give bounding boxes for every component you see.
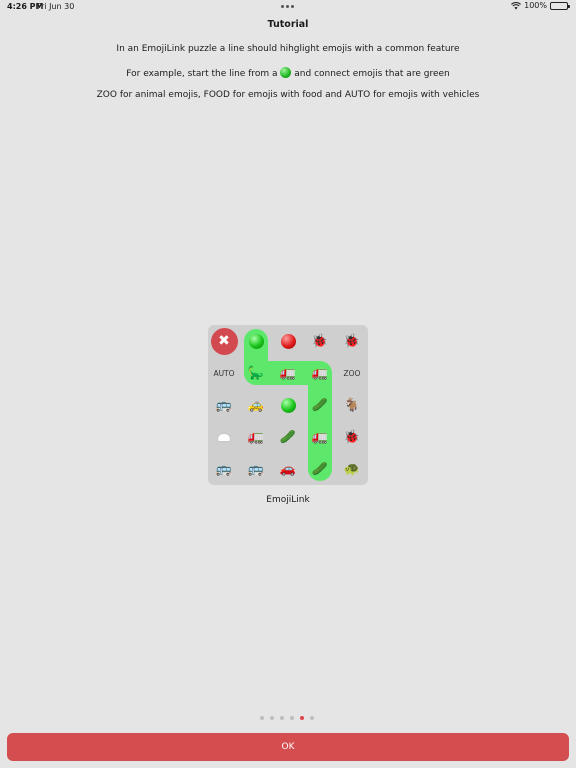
status-date: Fri Jun 30 <box>37 2 75 11</box>
page-dot-active[interactable] <box>300 716 304 720</box>
ok-button[interactable]: OK <box>7 733 569 761</box>
green-circle-icon <box>280 397 296 413</box>
emojilink-puzzle-preview: ✖ 🐞 🐞 AUTO 🦕 🚛 🚛 ZOO 🚌 🚕 🥒 🐐 🚛 🥒 🚛 🐞 🚌 🚌… <box>208 325 368 485</box>
multitasking-dots-icon[interactable] <box>281 5 294 8</box>
cell-bus: 🚌 <box>240 453 272 485</box>
cell-cucumber: 🥒 <box>304 453 336 485</box>
page-dot[interactable] <box>260 716 264 720</box>
taxi-icon: 🚕 <box>247 397 265 413</box>
cell-cucumber: 🥒 <box>304 389 336 421</box>
cell-car: 🚗 <box>272 453 304 485</box>
green-circle-icon <box>280 67 292 78</box>
cell-ladybug: 🐞 <box>336 421 368 453</box>
turtle-icon: 🐢 <box>343 461 361 477</box>
ladybug-icon: 🐞 <box>311 333 329 349</box>
cell-dinosaur: 🦕 <box>240 357 272 389</box>
cell-green-circle <box>240 325 272 357</box>
page-dot[interactable] <box>310 716 314 720</box>
cell-snow <box>208 421 240 453</box>
instruction-line-2: For example, start the line from a and c… <box>0 67 576 79</box>
cucumber-icon: 🥒 <box>311 461 329 477</box>
cell-cucumber: 🥒 <box>272 421 304 453</box>
cell-bus: 🚌 <box>208 389 240 421</box>
cell-ladybug: 🐞 <box>336 325 368 357</box>
cell-green-circle <box>272 389 304 421</box>
green-circle-icon <box>248 333 264 349</box>
cell-truck: 🚛 <box>304 421 336 453</box>
cell-auto-label: AUTO <box>208 357 240 389</box>
truck-icon: 🚛 <box>311 429 329 445</box>
battery-icon <box>550 1 570 10</box>
puzzle-caption: EmojiLink <box>266 495 310 505</box>
cell-turtle: 🐢 <box>336 453 368 485</box>
car-icon: 🚗 <box>279 461 297 477</box>
bus-icon: 🚌 <box>215 397 233 413</box>
wifi-icon <box>511 1 522 10</box>
cell-taxi: 🚕 <box>240 389 272 421</box>
page-dot[interactable] <box>280 716 284 720</box>
instruction-line-3: ZOO for animal emojis, FOOD for emojis w… <box>96 90 480 100</box>
red-circle-icon <box>280 333 296 349</box>
cucumber-icon: 🥒 <box>279 429 297 445</box>
cell-bus: 🚌 <box>208 453 240 485</box>
bus-icon: 🚌 <box>215 461 233 477</box>
battery-percent: 100% <box>524 1 547 10</box>
cell-goat: 🐐 <box>336 389 368 421</box>
cell-red-circle <box>272 325 304 357</box>
snow-icon <box>218 433 230 441</box>
page-dot[interactable] <box>290 716 294 720</box>
page-indicator[interactable] <box>260 716 314 720</box>
auto-label: AUTO <box>213 368 235 378</box>
instruction-line-2-end: and connect emojis that are green <box>294 69 450 79</box>
page-dot[interactable] <box>270 716 274 720</box>
page-title: Tutorial <box>267 19 309 30</box>
truck-icon: 🚛 <box>311 365 329 381</box>
status-bar: 4:26 PM Fri Jun 30 100% <box>0 0 576 14</box>
cell-truck: 🚛 <box>304 357 336 389</box>
instruction-line-2-start: For example, start the line from a <box>126 69 278 79</box>
goat-icon: 🐐 <box>343 397 361 413</box>
cell-close[interactable]: ✖ <box>208 325 240 357</box>
cell-ladybug: 🐞 <box>304 325 336 357</box>
ladybug-icon: 🐞 <box>343 429 361 445</box>
truck-icon: 🚛 <box>247 429 265 445</box>
cucumber-icon: 🥒 <box>311 397 329 413</box>
truck-icon: 🚛 <box>279 365 297 381</box>
close-icon[interactable]: ✖ <box>210 327 238 355</box>
cell-truck: 🚛 <box>240 421 272 453</box>
cell-truck: 🚛 <box>272 357 304 389</box>
zoo-label: ZOO <box>343 368 361 378</box>
dinosaur-icon: 🦕 <box>247 365 265 381</box>
instruction-line-1: In an EmojiLink puzzle a line should hih… <box>116 44 460 54</box>
bus-icon: 🚌 <box>247 461 265 477</box>
cell-zoo-label: ZOO <box>336 357 368 389</box>
ladybug-icon: 🐞 <box>343 333 361 349</box>
